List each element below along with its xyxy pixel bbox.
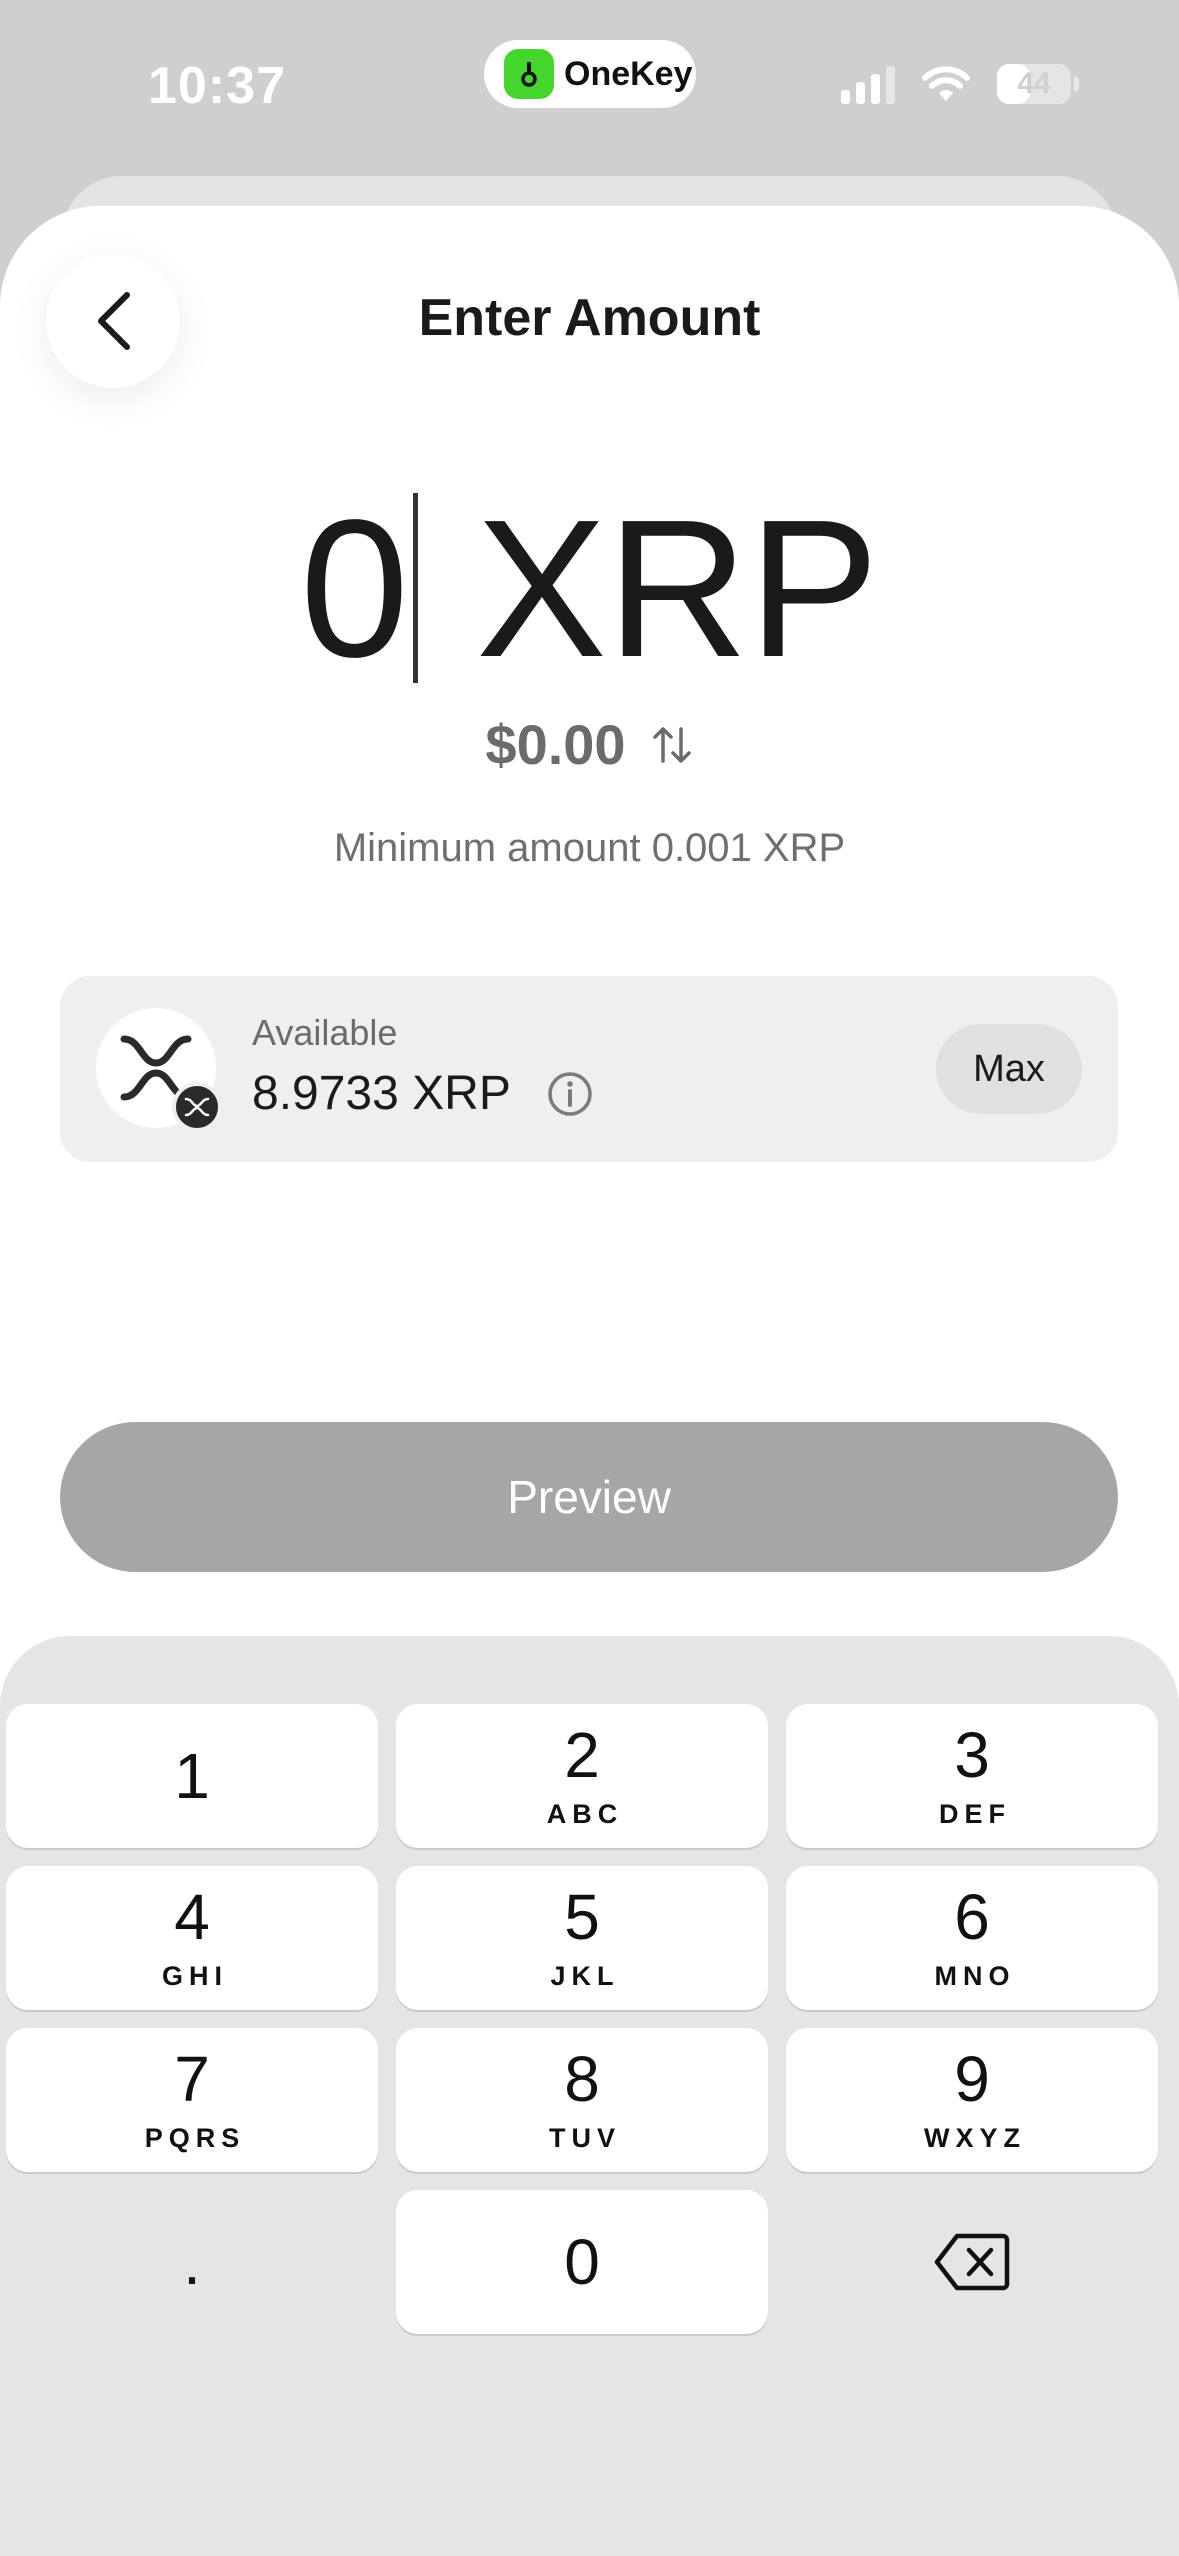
- key-6[interactable]: 6 MNO: [786, 1866, 1158, 2010]
- available-label: Available: [252, 1012, 398, 1053]
- available-balance-card: Available 8.9733 XRP Max: [60, 976, 1118, 1162]
- status-icons: 44: [841, 64, 1079, 104]
- status-bar: 10:37 OneKey 44: [0, 0, 1179, 170]
- xrp-network-badge-icon: [172, 1082, 222, 1132]
- key-8[interactable]: 8 TUV: [396, 2028, 768, 2172]
- max-button[interactable]: Max: [936, 1024, 1082, 1114]
- available-value: 8.9733 XRP: [252, 1067, 511, 1120]
- battery-icon: 44: [997, 64, 1079, 104]
- cellular-signal-icon: [841, 64, 895, 104]
- key-7[interactable]: 7 PQRS: [6, 2028, 378, 2172]
- status-time: 10:37: [148, 57, 286, 115]
- key-3[interactable]: 3 DEF: [786, 1704, 1158, 1848]
- key-9[interactable]: 9 WXYZ: [786, 2028, 1158, 2172]
- swap-vertical-icon: [652, 726, 691, 763]
- page-title: Enter Amount: [418, 289, 761, 347]
- amount-value: 0: [299, 478, 409, 698]
- fiat-toggle[interactable]: $0.00: [0, 712, 1179, 777]
- wifi-icon: [922, 66, 970, 101]
- dynamic-island-onekey[interactable]: OneKey: [484, 40, 696, 108]
- amount-unit: XRP: [476, 478, 880, 698]
- key-0[interactable]: 0: [396, 2190, 768, 2334]
- amount-input[interactable]: 0 XRP: [0, 478, 1179, 698]
- onekey-logo-icon: [504, 49, 554, 99]
- battery-percent: 44: [1017, 67, 1051, 100]
- key-backspace[interactable]: [786, 2190, 1158, 2334]
- backspace-icon: [934, 2233, 1010, 2291]
- island-label: OneKey: [564, 54, 693, 93]
- key-2[interactable]: 2 ABC: [396, 1704, 768, 1848]
- fiat-value: $0.00: [485, 713, 626, 776]
- key-5[interactable]: 5 JKL: [396, 1866, 768, 2010]
- minimum-amount-text: Minimum amount 0.001 XRP: [333, 826, 846, 870]
- text-caret: [413, 493, 418, 683]
- key-decimal[interactable]: .: [6, 2190, 378, 2334]
- key-1[interactable]: 1: [6, 1704, 378, 1848]
- info-icon[interactable]: [546, 1070, 594, 1118]
- preview-button[interactable]: Preview: [60, 1422, 1118, 1572]
- key-4[interactable]: 4 GHI: [6, 1866, 378, 2010]
- numeric-keypad: 1 2 ABC 3 DEF 4 GHI 5 JKL 6 MNO 7 PQRS 8…: [0, 1636, 1179, 2556]
